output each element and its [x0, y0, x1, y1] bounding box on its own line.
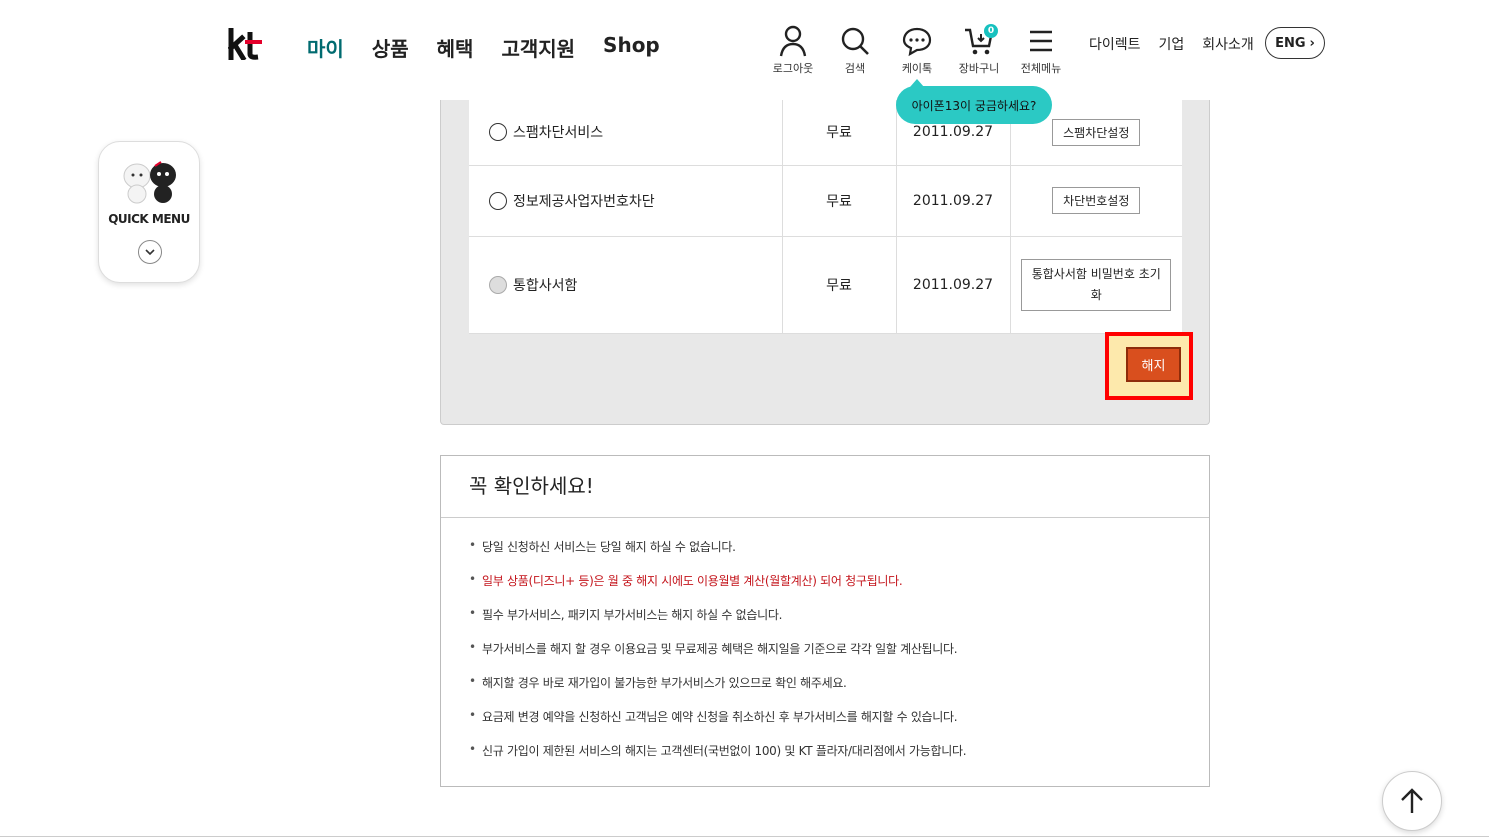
service-name-cell: 통합사서함 [469, 236, 783, 334]
service-name: 정보제공사업자번호차단 [513, 193, 655, 210]
service-list-panel: 스팸차단서비스 무료 2011.09.27 스팸차단설정 정보제공사업자번호차단… [440, 80, 1210, 425]
table-row: 정보제공사업자번호차단 무료 2011.09.27 차단번호설정 [469, 165, 1182, 237]
promo-bubble-text: 아이폰13이 궁금하세요? [911, 98, 1037, 113]
person-icon [779, 25, 807, 57]
nav-shop[interactable]: Shop [603, 33, 660, 62]
link-company[interactable]: 회사소개 [1202, 34, 1254, 54]
footer-divider [0, 836, 1489, 837]
service-radio[interactable] [489, 123, 507, 142]
notice-item: 해지할 경우 바로 재가입이 불가능한 부가서비스가 있으므로 확인 해주세요. [469, 674, 1209, 708]
all-menu-label: 전체메뉴 [1020, 62, 1062, 75]
notice-title: 꼭 확인하세요! [441, 456, 1209, 518]
service-radio-disabled [489, 275, 507, 294]
nav-products[interactable]: 상품 [372, 33, 409, 62]
cancel-subscription-button[interactable]: 해지 [1126, 347, 1181, 382]
logout-label: 로그아웃 [772, 62, 814, 75]
link-direct[interactable]: 다이렉트 [1089, 34, 1141, 54]
service-fee: 무료 [782, 165, 897, 237]
service-fee: 무료 [782, 236, 897, 334]
arrow-up-icon [1401, 788, 1423, 813]
nav-support[interactable]: 고객지원 [501, 33, 575, 62]
notice-item: 필수 부가서비스, 패키지 부가서비스는 해지 하실 수 없습니다. [469, 606, 1209, 640]
kt-logo-mark [227, 27, 262, 62]
cancel-button-highlight: 해지 [1105, 332, 1193, 400]
scroll-to-top-button[interactable] [1382, 771, 1442, 831]
cart-label: 장바구니 [958, 62, 1000, 75]
quick-menu-expand-button[interactable] [138, 240, 162, 264]
notice-list: 당일 신청하신 서비스는 당일 해지 하실 수 없습니다. 일부 상품(디즈니+… [441, 518, 1209, 776]
service-radio[interactable] [489, 191, 507, 210]
link-business[interactable]: 기업 [1159, 34, 1185, 54]
global-nav: 마이 상품 혜택 고객지원 Shop [307, 33, 660, 62]
chat-icon [902, 27, 932, 57]
service-fee: 무료 [782, 100, 897, 166]
spam-block-settings-button[interactable]: 스팸차단설정 [1052, 118, 1141, 146]
ktalk-button[interactable]: 케이톡 [886, 24, 948, 76]
service-name: 통합사서함 [513, 277, 578, 294]
service-name-cell: 정보제공사업자번호차단 [469, 165, 783, 237]
notice-item: 신규 가입이 제한된 서비스의 해지는 고객센터(국번없이 100) 및 KT … [469, 742, 1209, 776]
service-action-cell: 통합사서함 비밀번호 초기화 [1010, 236, 1182, 334]
service-date: 2011.09.27 [896, 165, 1011, 237]
table-row: 스팸차단서비스 무료 2011.09.27 스팸차단설정 [469, 100, 1182, 166]
notice-item-warning: 일부 상품(디즈니+ 등)은 월 중 해지 시에도 이용월별 계산(월할계산) … [469, 572, 1209, 606]
notice-item: 요금제 변경 예약을 신청하신 고객님은 예약 신청을 취소하신 후 부가서비스… [469, 708, 1209, 742]
notice-item: 당일 신청하신 서비스는 당일 해지 하실 수 없습니다. [469, 538, 1209, 572]
all-menu-button[interactable]: 전체메뉴 [1010, 24, 1072, 76]
service-name: 스팸차단서비스 [513, 125, 604, 142]
table-row: 통합사서함 무료 2011.09.27 통합사서함 비밀번호 초기화 [469, 236, 1182, 334]
block-number-settings-button[interactable]: 차단번호설정 [1052, 187, 1141, 214]
chevron-right-icon: › [1309, 35, 1315, 51]
service-name-cell: 스팸차단서비스 [469, 100, 783, 166]
notice-box: 꼭 확인하세요! 당일 신청하신 서비스는 당일 해지 하실 수 없습니다. 일… [440, 455, 1210, 787]
mascot-characters-icon [123, 161, 176, 204]
nav-my[interactable]: 마이 [307, 33, 344, 62]
logout-button[interactable]: 로그아웃 [762, 24, 824, 76]
page: 마이 상품 혜택 고객지원 Shop 로그아웃 검색 케이톡 0 장바구니 전체… [0, 0, 1489, 840]
cart-button[interactable]: 0 장바구니 [948, 24, 1010, 76]
notice-item: 부가서비스를 해지 할 경우 이용요금 및 무료제공 혜택은 해지일을 기준으로… [469, 640, 1209, 674]
hamburger-icon [1030, 30, 1052, 52]
service-table: 스팸차단서비스 무료 2011.09.27 스팸차단설정 정보제공사업자번호차단… [469, 100, 1182, 334]
language-eng-button[interactable]: ENG › [1265, 27, 1325, 59]
nav-benefits[interactable]: 혜택 [437, 33, 474, 62]
utility-menu: 로그아웃 검색 케이톡 0 장바구니 전체메뉴 [762, 24, 1072, 76]
promo-bubble[interactable]: 아이폰13이 궁금하세요? [896, 79, 1052, 124]
service-date: 2011.09.27 [896, 236, 1011, 334]
voicemail-password-reset-button[interactable]: 통합사서함 비밀번호 초기화 [1021, 258, 1172, 311]
quick-menu[interactable]: QUICK MENU [98, 141, 200, 283]
service-action-cell: 차단번호설정 [1010, 165, 1182, 237]
chevron-down-icon [145, 249, 155, 256]
kt-logo[interactable] [227, 27, 264, 69]
ktalk-label: 케이톡 [901, 62, 933, 75]
eng-label: ENG [1275, 35, 1306, 51]
search-icon [841, 27, 869, 55]
cart-count-badge: 0 [984, 24, 998, 38]
quick-menu-title: QUICK MENU [108, 212, 190, 226]
top-links: 다이렉트 기업 회사소개 [1089, 34, 1254, 54]
search-label: 검색 [844, 62, 866, 75]
search-button[interactable]: 검색 [824, 24, 886, 76]
header: 마이 상품 혜택 고객지원 Shop 로그아웃 검색 케이톡 0 장바구니 전체… [0, 0, 1489, 100]
